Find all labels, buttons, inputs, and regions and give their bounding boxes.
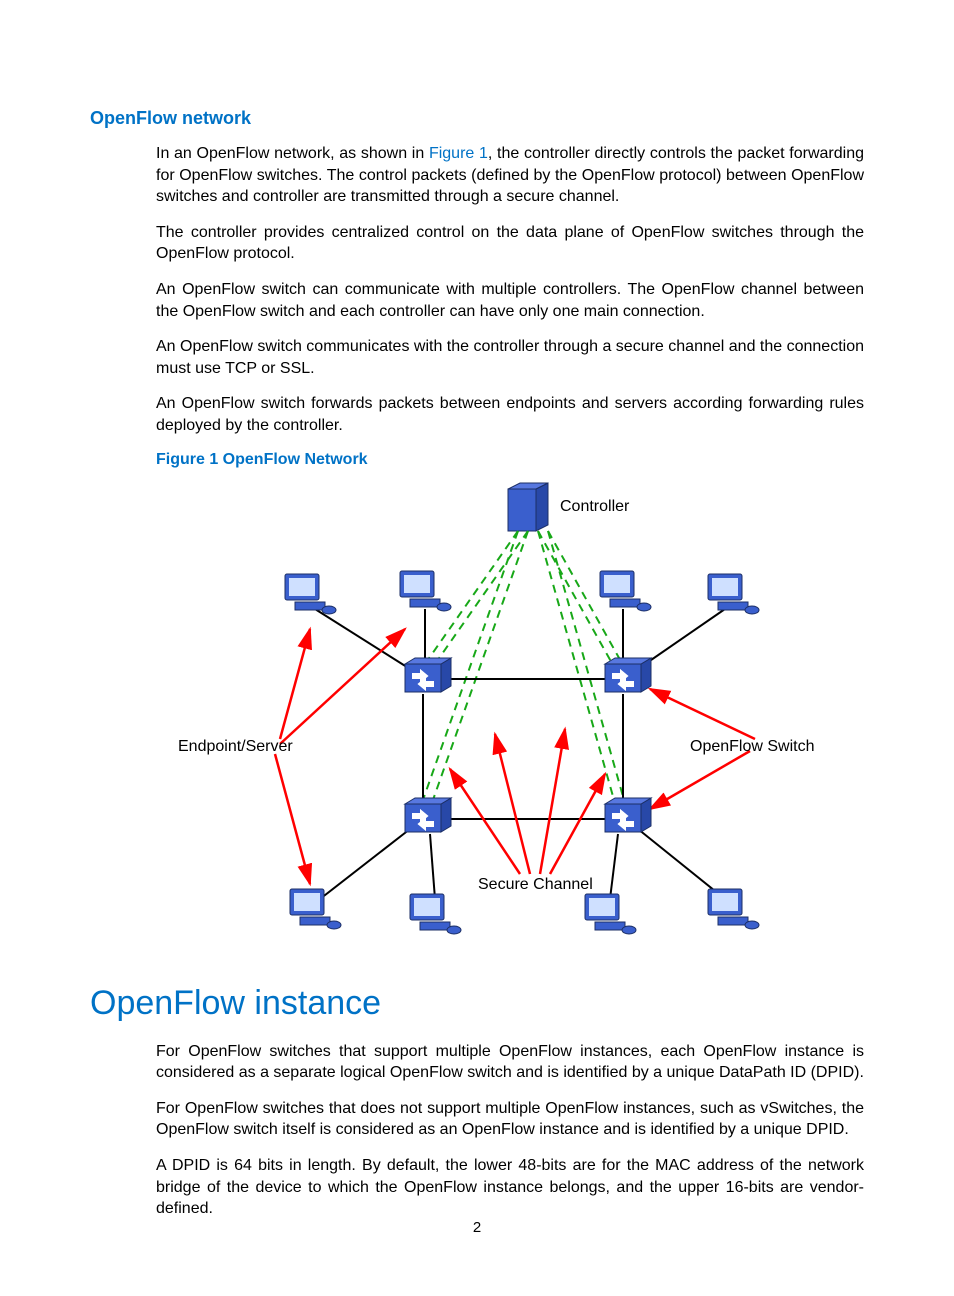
- paragraph: An OpenFlow switch can communicate with …: [156, 279, 864, 322]
- endpoint-label: Endpoint/Server: [178, 738, 293, 755]
- paragraph: In an OpenFlow network, as shown in Figu…: [156, 143, 864, 208]
- heading-openflow-network: OpenFlow network: [90, 108, 864, 129]
- controller-label: Controller: [560, 498, 630, 515]
- figure-openflow-network: Controller: [160, 479, 860, 954]
- document-page: OpenFlow network In an OpenFlow network,…: [0, 0, 954, 1296]
- secure-channel-label: Secure Channel: [478, 876, 593, 893]
- page-number: 2: [0, 1219, 954, 1236]
- paragraph: The controller provides centralized cont…: [156, 222, 864, 265]
- figure-caption: Figure 1 OpenFlow Network: [156, 451, 864, 469]
- paragraph: A DPID is 64 bits in length. By default,…: [156, 1155, 864, 1220]
- heading-openflow-instance: OpenFlow instance: [90, 984, 864, 1023]
- paragraph: An OpenFlow switch forwards packets betw…: [156, 393, 864, 436]
- network-diagram-svg: Controller: [160, 479, 860, 949]
- section-body: For OpenFlow switches that support multi…: [156, 1041, 864, 1220]
- paragraph: An OpenFlow switch communicates with the…: [156, 336, 864, 379]
- section-body: In an OpenFlow network, as shown in Figu…: [156, 143, 864, 954]
- switch-label: OpenFlow Switch: [690, 738, 815, 755]
- figure-reference-link[interactable]: Figure 1: [429, 145, 488, 162]
- paragraph: For OpenFlow switches that does not supp…: [156, 1098, 864, 1141]
- endpoint-links: [315, 609, 725, 899]
- controller-icon: [508, 483, 548, 531]
- text-run: In an OpenFlow network, as shown in: [156, 145, 429, 162]
- paragraph: For OpenFlow switches that support multi…: [156, 1041, 864, 1084]
- callout-arrows: [275, 629, 755, 884]
